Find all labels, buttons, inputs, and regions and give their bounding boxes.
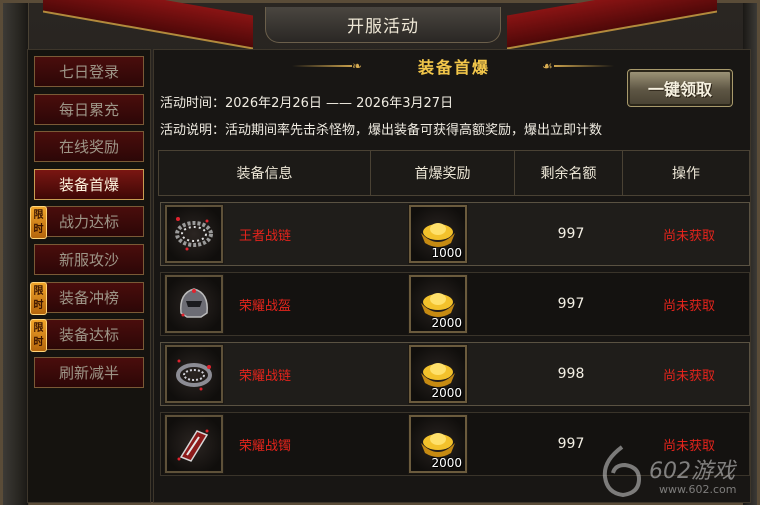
limited-time-badge: 限时 xyxy=(30,282,47,315)
gold-ingot-icon[interactable]: 2000 xyxy=(408,344,468,404)
table-row: 荣耀战链 2000 998 尚未获取 xyxy=(160,342,750,406)
frame-decoration-left xyxy=(3,3,29,505)
sidebar-item-label: 七日登录 xyxy=(58,63,119,81)
sidebar-item-label: 战力达标 xyxy=(58,213,119,231)
sidebar-item-label: 刷新减半 xyxy=(58,364,119,382)
column-header-equipment: 装备信息 xyxy=(159,151,371,195)
ribbon-decoration-right xyxy=(507,0,717,50)
sidebar-item-label: 每日累充 xyxy=(58,101,119,119)
claim-status[interactable]: 尚未获取 xyxy=(639,365,739,384)
title-ornament-left xyxy=(292,65,352,67)
gold-ingot-icon[interactable]: 2000 xyxy=(408,274,468,334)
title-ornament-right xyxy=(554,65,614,67)
gold-ingot-icon[interactable]: 2000 xyxy=(408,414,468,474)
limited-time-badge: 限时 xyxy=(30,206,47,239)
sidebar-item-label: 在线奖励 xyxy=(58,138,119,156)
window-titlebar: 开服活动 xyxy=(265,7,501,43)
activity-main-panel: ❧ 装备首爆 ☙ 活动时间：2026年2月26日 —— 2026年3月27日 活… xyxy=(153,49,751,503)
ribbon-decoration-left xyxy=(43,0,253,50)
site-watermark: 602游戏 www.602.com xyxy=(597,443,757,503)
sidebar-item-equipment-first-drop[interactable]: 装备首爆 xyxy=(34,169,144,200)
section-title: 装备首爆 xyxy=(417,58,490,77)
watermark-text: 602游戏 xyxy=(649,459,735,484)
sidebar-item-label: 装备达标 xyxy=(58,326,119,344)
bracelet-icon[interactable] xyxy=(164,414,224,474)
equipment-name: 荣耀战盔 xyxy=(239,298,292,314)
table-header: 装备信息 首爆奖励 剩余名额 操作 xyxy=(158,150,750,196)
sidebar-item-equipment-ranking[interactable]: 限时 装备冲榜 xyxy=(30,282,144,315)
column-header-reward: 首爆奖励 xyxy=(371,151,515,195)
equipment-name: 荣耀战链 xyxy=(239,368,292,384)
remaining-count: 998 xyxy=(557,366,585,382)
column-header-action: 操作 xyxy=(672,166,700,182)
watermark-logo-icon xyxy=(602,445,642,498)
sidebar-item-seven-day-login[interactable]: 七日登录 xyxy=(34,56,144,87)
claim-all-button[interactable]: 一键领取 xyxy=(627,69,733,107)
activity-time: 活动时间：2026年2月26日 —— 2026年3月27日 xyxy=(160,92,453,111)
necklace-icon[interactable] xyxy=(164,344,224,404)
activity-time-label: 活动时间： xyxy=(160,96,226,111)
sidebar-item-label: 装备冲榜 xyxy=(58,289,119,307)
reward-quantity: 1000 xyxy=(431,246,462,260)
claim-status[interactable]: 尚未获取 xyxy=(639,225,739,244)
table-row: 荣耀战盔 2000 997 尚未获取 xyxy=(160,272,750,336)
sidebar-item-label: 装备首爆 xyxy=(58,176,119,194)
window-title: 开服活动 xyxy=(347,17,419,37)
gold-ingot-icon[interactable]: 1000 xyxy=(408,204,468,264)
reward-quantity: 2000 xyxy=(431,386,462,400)
column-header-remaining: 剩余名额 xyxy=(515,151,623,195)
sidebar-item-power-target[interactable]: 限时 战力达标 xyxy=(30,206,144,239)
sidebar-item-daily-recharge[interactable]: 每日累充 xyxy=(34,94,144,125)
helmet-icon[interactable] xyxy=(164,274,224,334)
activity-description: 活动说明：活动期间率先击杀怪物，爆出装备可获得高额奖励，爆出立即计数 xyxy=(160,119,602,138)
equipment-name: 王者战链 xyxy=(239,228,292,244)
equipment-name: 荣耀战镯 xyxy=(239,438,292,454)
activity-time-value: 2026年2月26日 —— 2026年3月27日 xyxy=(225,96,454,111)
reward-quantity: 2000 xyxy=(431,316,462,330)
limited-time-badge: 限时 xyxy=(30,319,47,352)
sidebar-item-label: 新服攻沙 xyxy=(58,251,119,269)
remaining-count: 997 xyxy=(557,226,585,242)
sidebar-item-equipment-target[interactable]: 限时 装备达标 xyxy=(30,319,144,352)
sidebar-item-new-server-siege[interactable]: 新服攻沙 xyxy=(34,244,144,275)
claim-status[interactable]: 尚未获取 xyxy=(639,295,739,314)
table-row: 王者战链 1000 997 尚未获取 xyxy=(160,202,750,266)
sidebar-item-online-reward[interactable]: 在线奖励 xyxy=(34,131,144,162)
swirl-ornament-icon: ☙ xyxy=(542,59,553,73)
activity-description-label: 活动说明： xyxy=(160,123,226,138)
remaining-count: 997 xyxy=(557,436,585,452)
remaining-count: 997 xyxy=(557,296,585,312)
reward-quantity: 2000 xyxy=(431,456,462,470)
activity-window: 开服活动 七日登录 每日累充 在线奖励 装备首爆 限时 战力达标 新服攻沙 限时… xyxy=(0,0,760,505)
necklace-icon[interactable] xyxy=(164,204,224,264)
activity-sidebar: 七日登录 每日累充 在线奖励 装备首爆 限时 战力达标 新服攻沙 限时 装备冲榜… xyxy=(27,49,151,503)
watermark-url: www.602.com xyxy=(659,483,737,496)
sidebar-item-refresh-half[interactable]: 刷新减半 xyxy=(34,357,144,388)
activity-description-value: 活动期间率先击杀怪物，爆出装备可获得高额奖励，爆出立即计数 xyxy=(225,123,603,138)
